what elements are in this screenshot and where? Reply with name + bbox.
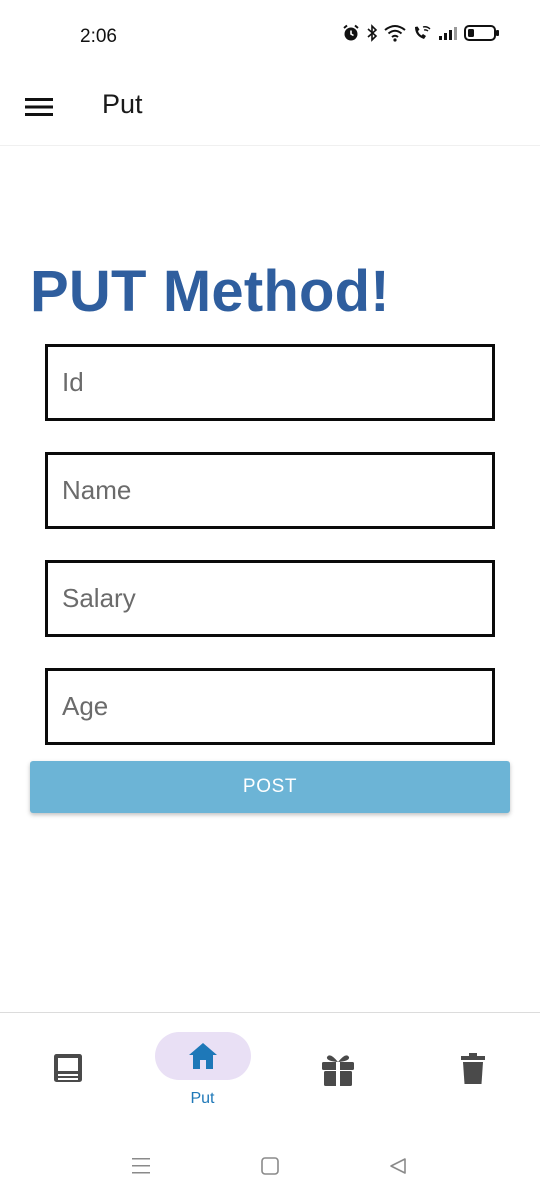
home-icon xyxy=(188,1043,217,1069)
nav-item-delete[interactable] xyxy=(405,1013,540,1123)
nav-item-list[interactable] xyxy=(0,1013,135,1123)
salary-input[interactable] xyxy=(48,563,492,634)
system-nav-bar xyxy=(0,1130,540,1200)
post-button[interactable]: POST xyxy=(30,761,510,813)
age-input[interactable] xyxy=(48,671,492,742)
hamburger-menu-icon xyxy=(25,98,53,116)
bluetooth-icon xyxy=(367,24,378,42)
alarm-icon xyxy=(343,24,359,41)
salary-field[interactable] xyxy=(45,560,495,637)
nav-item-put[interactable]: Put xyxy=(135,1013,270,1123)
gift-icon xyxy=(321,1055,354,1086)
wifi-calling-icon xyxy=(415,26,431,39)
id-field[interactable] xyxy=(45,344,495,421)
back-triangle-icon[interactable] xyxy=(388,1156,408,1176)
battery-icon xyxy=(464,25,499,41)
menu-button[interactable] xyxy=(24,92,54,122)
page-heading: PUT Method! xyxy=(30,259,390,324)
age-field[interactable] xyxy=(45,668,495,745)
name-input[interactable] xyxy=(48,455,492,526)
nav-label-put: Put xyxy=(190,1090,215,1107)
signal-icon xyxy=(439,27,457,40)
app-bar-title: Put xyxy=(102,89,143,119)
app-bar: Put xyxy=(0,72,540,146)
name-field[interactable] xyxy=(45,452,495,529)
nav-active-indicator xyxy=(154,1032,251,1080)
bottom-nav: Put xyxy=(0,1012,540,1122)
recents-icon[interactable] xyxy=(131,1156,151,1176)
id-input[interactable] xyxy=(48,347,492,418)
trash-icon xyxy=(460,1053,485,1084)
nav-item-gift[interactable] xyxy=(270,1013,405,1123)
list-icon xyxy=(53,1054,82,1082)
status-time: 2:06 xyxy=(80,26,117,47)
home-square-icon[interactable] xyxy=(260,1156,280,1176)
status-icons xyxy=(342,24,500,42)
wifi-icon xyxy=(384,25,406,42)
status-bar: 2:06 xyxy=(0,0,540,72)
